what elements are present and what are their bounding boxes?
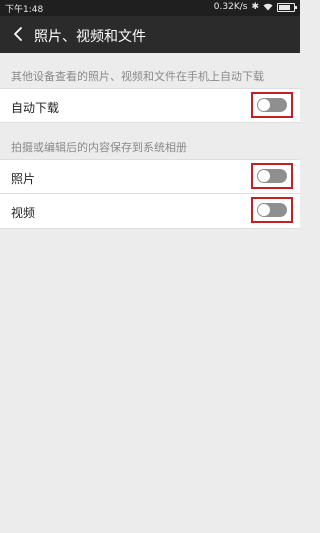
highlight-box bbox=[251, 197, 293, 223]
setting-row-videos[interactable]: 视频 bbox=[0, 194, 300, 229]
highlight-box bbox=[251, 92, 293, 118]
bluetooth-icon: ✱ bbox=[251, 2, 259, 12]
battery-icon bbox=[277, 2, 297, 12]
section-save-to-album-label: 拍摄或编辑后的内容保存到系统相册 bbox=[11, 141, 187, 154]
videos-label: 视频 bbox=[11, 206, 36, 220]
status-bar: 下午1:48 0.32K/s ✱ bbox=[0, 0, 300, 16]
setting-row-auto-download[interactable]: 自动下载 bbox=[0, 88, 300, 123]
setting-row-photos[interactable]: 照片 bbox=[0, 159, 300, 194]
page-title: 照片、视频和文件 bbox=[34, 29, 146, 45]
back-arrow-icon[interactable] bbox=[8, 23, 30, 45]
status-icons: 0.32K/s ✱ bbox=[213, 2, 297, 12]
photos-toggle[interactable] bbox=[257, 169, 287, 183]
videos-toggle[interactable] bbox=[257, 203, 287, 217]
photos-label: 照片 bbox=[11, 172, 36, 186]
toggle-knob bbox=[258, 99, 270, 111]
net-speed: 0.32K/s bbox=[213, 2, 248, 12]
auto-download-label: 自动下载 bbox=[11, 101, 60, 115]
status-time: 下午1:48 bbox=[5, 5, 44, 15]
section-auto-download-label: 其他设备查看的照片、视频和文件在手机上自动下载 bbox=[11, 70, 264, 83]
title-bar: 照片、视频和文件 bbox=[0, 16, 300, 53]
toggle-knob bbox=[258, 170, 270, 182]
auto-download-toggle[interactable] bbox=[257, 98, 287, 112]
wifi-icon bbox=[263, 3, 273, 11]
toggle-knob bbox=[258, 204, 270, 216]
highlight-box bbox=[251, 163, 293, 189]
